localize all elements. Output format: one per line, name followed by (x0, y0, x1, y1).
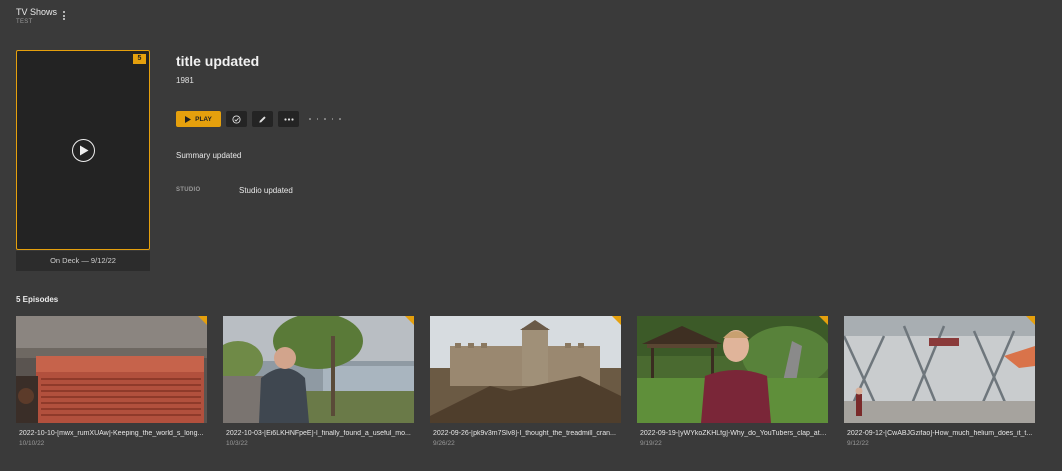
episode-card[interactable]: 2022-09-12-[CwABJGzifao]-How_much_helium… (844, 316, 1035, 447)
unwatched-count-badge: 5 (133, 54, 146, 64)
unwatched-indicator (405, 316, 414, 325)
unwatched-indicator (198, 316, 207, 325)
episode-date: 9/19/22 (640, 440, 662, 447)
more-vertical-icon[interactable] (60, 10, 68, 24)
episode-thumbnail[interactable] (223, 316, 414, 423)
mark-watched-button[interactable] (226, 111, 247, 127)
edit-pencil-icon (259, 115, 266, 123)
episode-date: 9/26/22 (433, 440, 455, 447)
play-button[interactable]: PLAY (176, 111, 221, 127)
episode-date: 10/3/22 (226, 440, 248, 447)
episode-date: 9/12/22 (847, 440, 869, 447)
edit-button[interactable] (252, 111, 273, 127)
rating-dot-icon[interactable] (339, 118, 341, 120)
breadcrumb-subtitle: TEST (16, 19, 33, 25)
episode-thumbnail[interactable] (844, 316, 1035, 423)
rating-dot-icon[interactable] (316, 118, 318, 120)
episode-card[interactable]: 2022-10-10-[mwx_rumXUAw]-Keeping_the_wor… (16, 316, 207, 447)
episode-title[interactable]: 2022-09-12-[CwABJGzifao]-How_much_helium… (844, 430, 1035, 437)
star-rating[interactable] (309, 118, 341, 120)
episode-card[interactable]: 2022-09-26-[pk9v3m7Slv8]-I_thought_the_t… (430, 316, 621, 447)
breadcrumb[interactable]: TV Shows TEST (16, 7, 57, 26)
action-bar: PLAY (176, 111, 341, 127)
unwatched-indicator (819, 316, 828, 325)
episode-thumbnail[interactable] (16, 316, 207, 423)
rating-dot-icon[interactable] (309, 118, 311, 120)
studio-label: STUDIO (176, 187, 201, 193)
episode-card[interactable]: 2022-09-19-[yWYkoZKHLfg]-Why_do_YouTuber… (637, 316, 828, 447)
episode-card[interactable]: 2022-10-03-[Ei6LKHNFpeE]-I_finally_found… (223, 316, 414, 447)
show-title: title updated (176, 53, 260, 69)
studio-value: Studio updated (239, 186, 293, 195)
unwatched-indicator (612, 316, 621, 325)
episode-thumbnail[interactable] (430, 316, 621, 423)
episode-list: 2022-10-10-[mwx_rumXUAw]-Keeping_the_wor… (16, 316, 1035, 447)
episode-thumbnail[interactable] (637, 316, 828, 423)
play-icon (185, 115, 192, 123)
check-circle-icon (232, 114, 241, 124)
episode-title[interactable]: 2022-09-19-[yWYkoZKHLfg]-Why_do_YouTuber… (637, 430, 828, 437)
more-button[interactable] (278, 111, 299, 127)
play-button-label: PLAY (195, 115, 212, 123)
on-deck-label[interactable]: On Deck — 9/12/22 (16, 251, 150, 271)
unwatched-indicator (1026, 316, 1035, 325)
breadcrumb-title[interactable]: TV Shows (16, 7, 57, 18)
show-year: 1981 (176, 76, 194, 85)
rating-dot-icon[interactable] (324, 118, 326, 120)
more-icon (283, 117, 294, 121)
play-circle-icon[interactable] (72, 139, 95, 162)
show-summary: Summary updated (176, 151, 242, 160)
episode-title[interactable]: 2022-10-03-[Ei6LKHNFpeE]-I_finally_found… (223, 430, 414, 437)
episode-date: 10/10/22 (19, 440, 45, 447)
episodes-heading: 5 Episodes (16, 295, 59, 304)
episode-title[interactable]: 2022-10-10-[mwx_rumXUAw]-Keeping_the_wor… (16, 430, 207, 437)
episode-title[interactable]: 2022-09-26-[pk9v3m7Slv8]-I_thought_the_t… (430, 430, 621, 437)
show-poster[interactable]: 5 (16, 50, 150, 250)
rating-dot-icon[interactable] (331, 118, 333, 120)
